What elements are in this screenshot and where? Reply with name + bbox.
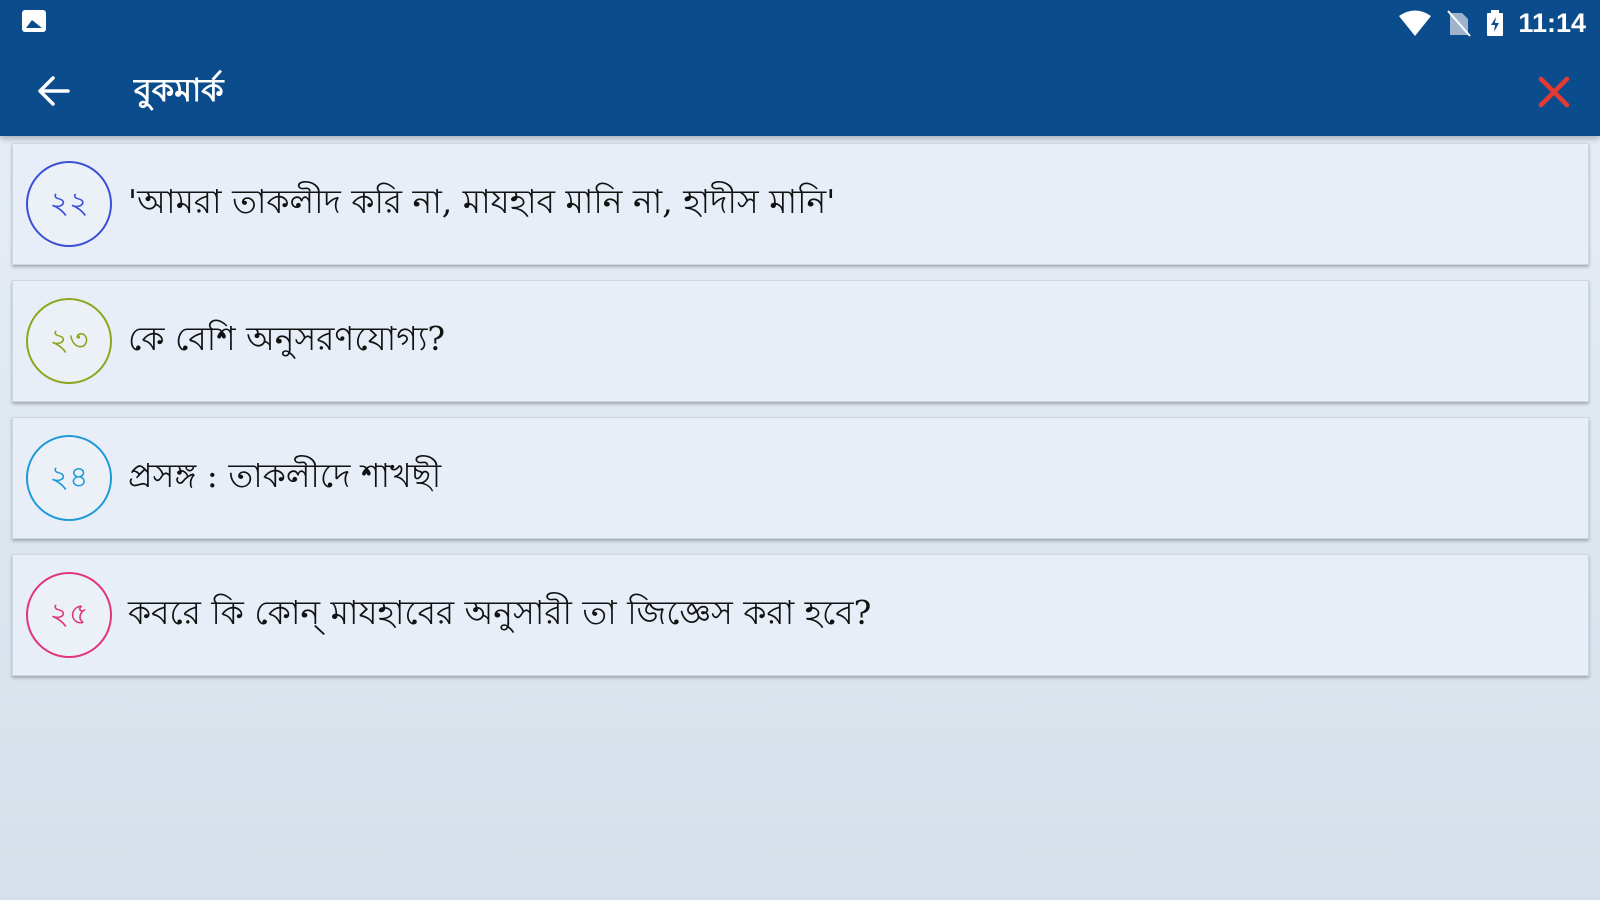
bookmark-title: কবরে কি কোন্ মাযহাবের অনুসারী তা জিজ্ঞেস… xyxy=(128,593,872,632)
bookmark-title: প্রসঙ্গ : তাকলীদে শাখছী xyxy=(128,456,442,495)
bookmark-title: 'আমরা তাকলীদ করি না, মাযহাব মানি না, হাদ… xyxy=(128,182,836,221)
bookmark-item[interactable]: ২৪ প্রসঙ্গ : তাকলীদে শাখছী xyxy=(12,417,1589,539)
no-sim-icon xyxy=(1446,9,1472,37)
bookmark-number-badge: ২৫ xyxy=(26,572,112,658)
status-bar: 11:14 xyxy=(0,0,1600,46)
image-icon xyxy=(22,10,46,32)
bookmark-item[interactable]: ২২ 'আমরা তাকলীদ করি না, মাযহাব মানি না, … xyxy=(12,143,1589,265)
status-time: 11:14 xyxy=(1518,7,1586,38)
bookmark-item[interactable]: ২৫ কবরে কি কোন্ মাযহাবের অনুসারী তা জিজ্… xyxy=(12,554,1589,676)
bookmark-list: ২২ 'আমরা তাকলীদ করি না, মাযহাব মানি না, … xyxy=(12,143,1589,691)
arrow-left-icon xyxy=(38,76,70,106)
close-icon xyxy=(1538,76,1570,108)
wifi-icon xyxy=(1398,9,1432,37)
bookmark-title: কে বেশি অনুসরণযোগ্য? xyxy=(128,319,446,358)
battery-icon xyxy=(1486,9,1504,37)
close-button[interactable] xyxy=(1530,68,1578,116)
bookmark-number-badge: ২৪ xyxy=(26,435,112,521)
bookmark-number-badge: ২২ xyxy=(26,161,112,247)
status-icons: 11:14 xyxy=(1398,6,1586,40)
bookmark-number-badge: ২৩ xyxy=(26,298,112,384)
back-button[interactable] xyxy=(26,66,82,116)
page-title: বুকমার্ক xyxy=(134,71,224,109)
bookmark-item[interactable]: ২৩ কে বেশি অনুসরণযোগ্য? xyxy=(12,280,1589,402)
app-bar: বুকমার্ক xyxy=(0,46,1600,136)
